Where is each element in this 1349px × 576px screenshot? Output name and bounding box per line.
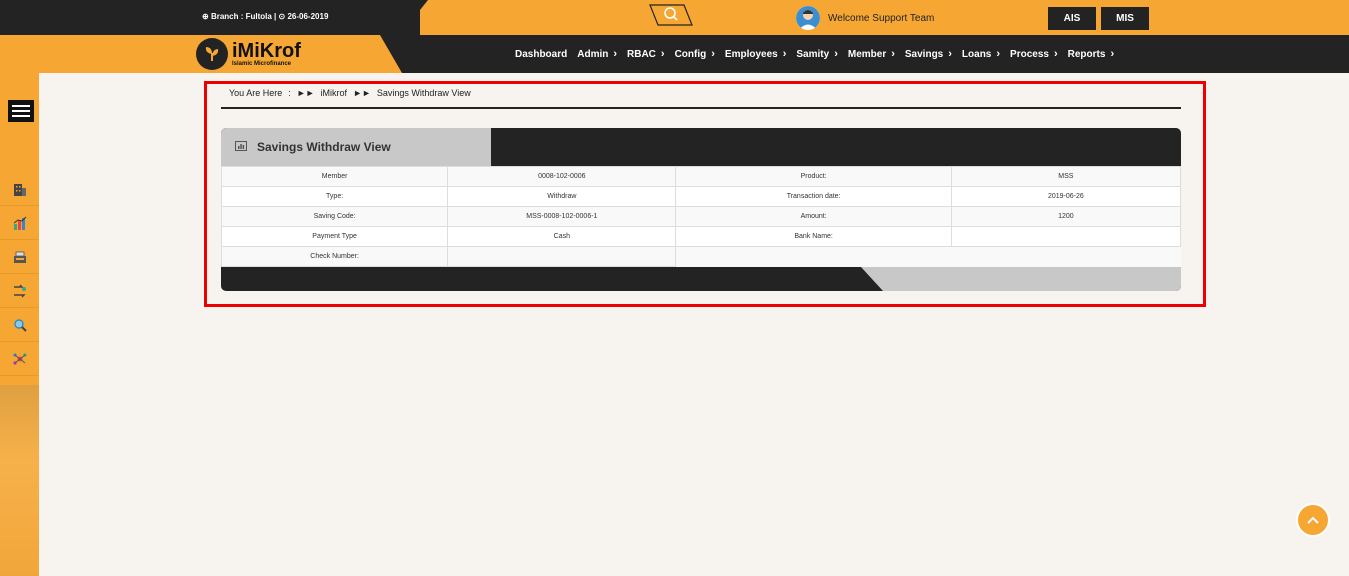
field-value: MSS: [950, 166, 1181, 187]
panel-title-text: Savings Withdraw View: [257, 140, 391, 154]
logo[interactable]: iMiKrof Islamic Microfinance: [196, 38, 301, 70]
field-label: Saving Code:: [221, 206, 449, 227]
chevron-up-icon: [1307, 516, 1319, 524]
logo-subtitle: Islamic Microfinance: [232, 61, 292, 67]
network-icon[interactable]: [0, 343, 39, 376]
nav-item-dashboard[interactable]: Dashboard: [515, 49, 567, 60]
table-row: Saving Code: MSS-0008-102-0006-1 Amount:…: [221, 206, 1181, 227]
nav-item-config[interactable]: Config ›: [675, 48, 715, 60]
nav-label: Member: [847, 48, 887, 60]
field-value: [950, 226, 1181, 247]
welcome-text: Welcome Support Team: [828, 12, 935, 24]
chart-icon[interactable]: [0, 207, 39, 240]
date-label: 26-06-2019: [287, 12, 329, 21]
nav-label: Loans: [961, 48, 992, 60]
field-label: Product:: [675, 166, 952, 187]
chevron-right-icon: ›: [891, 48, 895, 60]
menu-toggle-icon[interactable]: [8, 100, 34, 122]
panel-title: Savings Withdraw View: [235, 140, 391, 154]
nav-label: Employees: [724, 48, 778, 60]
chevron-right-icon: ›: [1053, 48, 1058, 60]
user-welcome[interactable]: Welcome Support Team: [796, 6, 934, 30]
field-label: Bank Name:: [675, 226, 952, 247]
field-value: 1200: [950, 206, 1181, 227]
nav-label: Config: [674, 48, 707, 60]
nav-item-process[interactable]: Process ›: [1010, 48, 1058, 60]
globe-icon: ⊕: [202, 12, 209, 21]
logo-leaf-icon: [196, 38, 228, 70]
nav-item-employees[interactable]: Employees ›: [725, 48, 786, 60]
nav-item-reports[interactable]: Reports ›: [1068, 48, 1114, 60]
search-report-icon[interactable]: [0, 309, 39, 342]
navbar-logo-area: [0, 35, 380, 73]
chevron-right-icon: ›: [948, 48, 952, 60]
nav-label: Reports: [1067, 48, 1106, 60]
ais-button[interactable]: AIS: [1048, 7, 1096, 30]
nav-item-savings[interactable]: Savings ›: [905, 48, 952, 60]
nav-label: Process: [1010, 48, 1049, 60]
table-row: Check Number:: [221, 246, 1181, 267]
scroll-to-top-button[interactable]: [1296, 503, 1330, 537]
panel-header: Savings Withdraw View: [221, 128, 491, 166]
clock-icon: ⊙: [278, 12, 286, 21]
nav-label: RBAC: [627, 48, 656, 60]
avatar: [796, 6, 820, 30]
search-icon: [649, 4, 693, 26]
chevron-right-icon: ›: [613, 48, 618, 60]
chevron-right-icon: ›: [996, 48, 1001, 60]
field-label: Amount:: [675, 206, 952, 227]
nav-item-member[interactable]: Member ›: [848, 48, 895, 60]
field-label: Payment Type: [221, 226, 449, 247]
mis-button[interactable]: MIS: [1101, 7, 1149, 30]
table-row: Type: Withdraw Transaction date: 2019-06…: [221, 186, 1181, 207]
navbar-slant: [380, 35, 402, 73]
nav-item-samity[interactable]: Samity ›: [796, 48, 837, 60]
chevron-right-icon: ›: [660, 48, 665, 60]
cash-register-icon[interactable]: [0, 241, 39, 274]
table-row: Member 0008-102-0006 Product: MSS: [221, 166, 1181, 187]
search-button[interactable]: [648, 4, 694, 26]
nav-label: Samity: [796, 48, 830, 60]
field-value: MSS-0008-102-0006-1: [447, 206, 677, 227]
chevron-right-icon: ›: [834, 48, 838, 60]
field-label: Transaction date:: [675, 186, 952, 207]
field-value: Cash: [447, 226, 677, 247]
sidebar-decoration: [0, 385, 39, 576]
chevron-right-icon: ›: [711, 48, 715, 60]
bar-chart-icon: [235, 140, 247, 154]
chevron-right-icon: ›: [1110, 48, 1115, 60]
nav-label: Savings: [904, 48, 944, 60]
nav-label: Dashboard: [515, 48, 568, 60]
branch-label: Branch : Fultola |: [210, 12, 277, 21]
transfer-icon[interactable]: [0, 275, 39, 308]
nav-menu: Dashboard Admin › RBAC › Config › Employees…: [515, 35, 1124, 73]
nav-item-rbac[interactable]: RBAC ›: [627, 48, 665, 60]
chevron-right-icon: ›: [782, 48, 787, 60]
branch-info: ⊕ Branch : Fultola | ⊙ 26-06-2019: [202, 12, 328, 21]
table-row: Payment Type Cash Bank Name:: [221, 226, 1181, 247]
logo-title: iMiKrof: [232, 40, 301, 62]
field-value: [447, 246, 677, 267]
field-value: Withdraw: [447, 186, 677, 207]
savings-withdraw-panel: Savings Withdraw View Member 0008-102-00…: [221, 128, 1181, 291]
building-icon[interactable]: [0, 173, 39, 206]
field-label: Check Number:: [221, 246, 449, 267]
empty-cell: [675, 246, 1181, 267]
field-label: Member: [221, 166, 449, 187]
panel-footer: [861, 267, 1181, 291]
nav-item-admin[interactable]: Admin ›: [577, 48, 617, 60]
details-table: Member 0008-102-0006 Product: MSS Type: …: [221, 166, 1181, 267]
top-bar-slant: [400, 0, 428, 35]
nav-item-loans[interactable]: Loans ›: [962, 48, 1000, 60]
field-label: Type:: [221, 186, 449, 207]
nav-label: Admin: [577, 48, 609, 60]
field-value: 2019-06-26: [950, 186, 1181, 207]
field-value: 0008-102-0006: [447, 166, 677, 187]
